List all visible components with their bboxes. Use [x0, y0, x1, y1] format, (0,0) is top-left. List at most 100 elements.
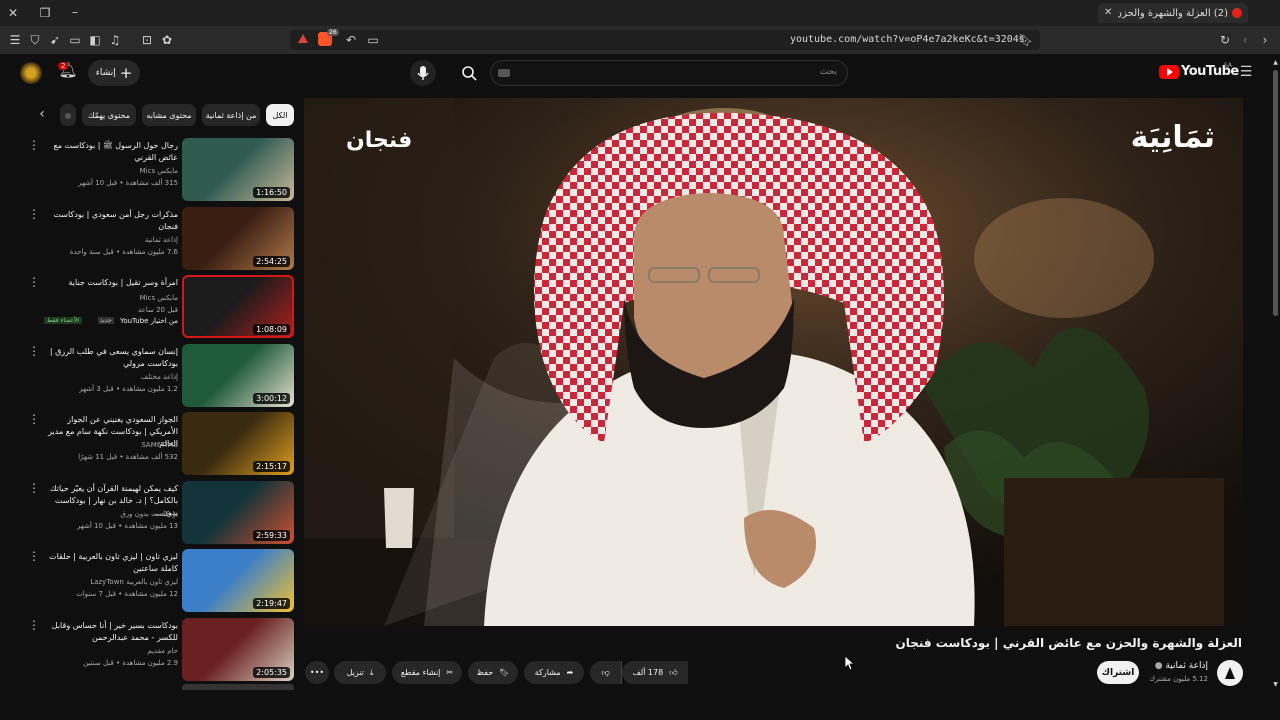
- bookmark-icon[interactable]: 🔖︎: [1018, 33, 1033, 47]
- more-options-icon[interactable]: ⋮: [28, 412, 40, 426]
- recommendation-title[interactable]: إنسان سماوي يسعى في طلب الرزق | بودكاست …: [38, 346, 178, 370]
- extensions-icon[interactable]: ✿: [160, 33, 174, 47]
- chip-partial[interactable]: ●: [60, 104, 76, 126]
- browser-tab-bar: [0, 0, 1280, 26]
- restore-window-icon[interactable]: ❐: [38, 6, 52, 20]
- recommendation-channel[interactable]: بودكاست بدون ورق: [38, 509, 178, 520]
- recommendation-title[interactable]: مذكرات رجل أمن سعودي | بودكاست فنجان: [38, 209, 178, 233]
- shield-icon[interactable]: ⛉: [28, 33, 42, 47]
- recommendation-title[interactable]: رجال حول الرسول ﷺ | بودكاست مع عائض القر…: [38, 140, 178, 164]
- chip-all[interactable]: الكل: [266, 104, 294, 126]
- share-icon: ➦: [566, 668, 574, 677]
- reload-icon[interactable]: ↻: [1218, 33, 1232, 47]
- create-label: إنشاء: [95, 68, 116, 78]
- page-scrollbar-thumb[interactable]: [1273, 70, 1278, 316]
- recommendation-channel[interactable]: إذاعة ثمانية: [38, 235, 178, 246]
- recommendation-thumbnail[interactable]: 2:54:25: [182, 206, 294, 270]
- chip-from-channel[interactable]: من إذاعة ثمانية: [202, 104, 260, 126]
- video-duration: 2:54:25: [253, 255, 290, 267]
- screenshot-icon[interactable]: ⊡: [140, 33, 154, 47]
- verified-icon: ●: [1154, 661, 1163, 671]
- chip-similar[interactable]: محتوى مشابه: [142, 104, 196, 126]
- music-icon[interactable]: ♫: [108, 33, 122, 47]
- video-player[interactable]: فنجان ثمَانِيَة: [304, 98, 1243, 626]
- recommendation-meta: قبل 20 ساعة: [137, 306, 178, 314]
- recommendation-channel[interactable]: حام مقديم: [38, 646, 178, 657]
- youtube-logo-icon[interactable]: [1159, 65, 1179, 79]
- video-duration: 3:00:12: [253, 392, 290, 404]
- recommendation-title[interactable]: امرأة وسر تقيل | بودكاست جناية: [38, 277, 178, 289]
- tabs-icon[interactable]: ▭: [68, 33, 82, 47]
- recommendation-thumbnail[interactable]: 1:16:50: [182, 138, 294, 201]
- chip-for-you[interactable]: محتوى يهمّك: [82, 104, 136, 126]
- chips-prev-arrow-icon[interactable]: ‹: [34, 107, 50, 121]
- share-button[interactable]: ➦ مشاركة: [524, 661, 584, 684]
- back-icon[interactable]: ‹: [1238, 33, 1252, 47]
- like-count: 178 ألف: [632, 668, 664, 677]
- recommendation-channel[interactable]: مايكس Mics: [38, 293, 178, 304]
- cast-icon[interactable]: ▭: [366, 33, 380, 47]
- download-label: تنزيل: [346, 668, 364, 677]
- channel-avatar[interactable]: [1217, 660, 1243, 686]
- recommendation-thumbnail[interactable]: 2:19:47: [182, 549, 294, 612]
- recommendation-thumbnail[interactable]: 3:00:12: [182, 343, 294, 407]
- save-label: حفظ: [476, 668, 494, 677]
- video-frame: [304, 98, 1243, 626]
- rocket-icon[interactable]: ➹: [48, 33, 62, 47]
- voice-search-button[interactable]: [410, 60, 436, 86]
- more-options-icon[interactable]: ⋮: [28, 481, 40, 495]
- minimize-window-icon[interactable]: –: [68, 5, 82, 19]
- video-title: العزلة والشهرة والحزن مع عائض القرني | ب…: [895, 636, 1242, 650]
- close-tab-icon[interactable]: ✕: [1104, 6, 1112, 20]
- download-button[interactable]: ⤓ تنزيل: [334, 661, 386, 684]
- save-icon: 🔖︎: [499, 668, 510, 677]
- url-text[interactable]: youtube.com/watch?v=oP4e7a2keKc&t=3204s: [790, 34, 1025, 45]
- more-options-icon[interactable]: ⋮: [28, 618, 40, 632]
- recommendation-channel[interactable]: ليزي تاون بالعربية LazyTown: [38, 577, 178, 588]
- scroll-down-arrow-icon[interactable]: ▼: [1271, 678, 1280, 692]
- recommendation-channel[interactable]: SAM6TIME: [38, 440, 178, 451]
- next-thumbnail-partial[interactable]: [182, 684, 294, 690]
- recommendation-thumbnail[interactable]: 2:59:33: [182, 480, 294, 544]
- recommendation-channel[interactable]: إذاعة مختلف: [38, 372, 178, 383]
- video-duration: 2:59:33: [253, 529, 290, 541]
- dislike-button[interactable]: 👎︎: [590, 661, 622, 684]
- browser-tab-active[interactable]: (2) العزلة والشهرة والحزن مع عا ✕: [1098, 3, 1248, 23]
- recommendation-thumbnail[interactable]: 1:08:09: [182, 275, 294, 338]
- keyboard-icon[interactable]: [498, 69, 510, 77]
- share-url-icon[interactable]: ↶: [344, 33, 358, 47]
- search-button[interactable]: [450, 60, 490, 86]
- like-button[interactable]: 👍︎ 178 ألف: [622, 661, 688, 684]
- close-window-icon[interactable]: ✕: [6, 6, 20, 20]
- more-options-icon[interactable]: ⋮: [28, 138, 40, 152]
- recommendation-channel[interactable]: مايكس Mics: [38, 166, 178, 177]
- more-options-icon[interactable]: ⋮: [28, 207, 40, 221]
- clip-button[interactable]: ✂ إنشاء مقطع: [392, 661, 462, 684]
- tab-title: (2) العزلة والشهرة والحزن مع عا: [1118, 7, 1228, 19]
- more-options-icon[interactable]: ⋮: [28, 344, 40, 358]
- recommendation-title[interactable]: ليزي تاون | ليزي تاون بالعربية | حلقات ك…: [38, 551, 178, 575]
- more-actions-button[interactable]: •••: [305, 661, 329, 684]
- recommendation-thumbnail[interactable]: 2:15:17: [182, 412, 294, 475]
- recommendation-meta: 1.2 مليون مشاهدة • قبل 3 أشهر: [79, 384, 178, 393]
- share-label: مشاركة: [534, 668, 561, 677]
- subscribe-button[interactable]: اشتراك: [1097, 661, 1139, 684]
- vpn-icon[interactable]: [298, 34, 308, 43]
- recommendation-thumbnail[interactable]: 2:05:35: [182, 617, 294, 681]
- channel-name[interactable]: إذاعة ثمانية ●: [1155, 661, 1208, 671]
- save-button[interactable]: 🔖︎ حفظ: [468, 661, 518, 684]
- more-icon: •••: [309, 668, 325, 677]
- avatar[interactable]: [20, 62, 42, 84]
- more-options-icon[interactable]: ⋮: [28, 275, 40, 289]
- recommendation-title[interactable]: بودكاست بسير خير | أنا حساس وقابل للكسر …: [38, 620, 178, 644]
- forward-icon[interactable]: ›: [1258, 33, 1272, 47]
- guide-menu-icon[interactable]: ☰: [1238, 65, 1254, 79]
- menu-icon[interactable]: ☰: [8, 33, 22, 47]
- subscriber-count: 5.12 مليون مشترك: [1149, 675, 1208, 683]
- more-options-icon[interactable]: ⋮: [28, 549, 40, 563]
- recommendation-meta: 2.9 مليون مشاهدة • قبل سنتين: [83, 658, 178, 667]
- search-input[interactable]: بحث: [490, 60, 848, 86]
- create-button[interactable]: + إنشاء: [88, 60, 140, 86]
- scroll-up-arrow-icon[interactable]: ▲: [1271, 56, 1280, 70]
- sidebar-icon[interactable]: ◧: [88, 33, 102, 47]
